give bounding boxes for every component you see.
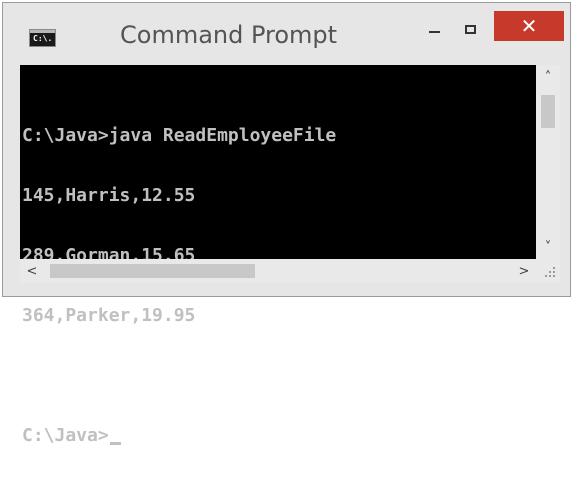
horizontal-scroll-thumb[interactable] — [50, 264, 255, 278]
vertical-scrollbar[interactable]: ˄ ˅ — [536, 65, 560, 259]
cmd-icon[interactable]: C:\. — [29, 29, 56, 47]
text-cursor — [109, 442, 121, 445]
vertical-scroll-thumb[interactable] — [541, 95, 555, 128]
console-line: 364,Parker,19.95 — [22, 305, 196, 326]
scroll-down-arrow-icon[interactable]: ˅ — [536, 235, 560, 259]
minimize-icon — [428, 31, 440, 33]
console-client-area: C:\Java>java ReadEmployeeFile 145,Harris… — [20, 65, 560, 446]
console-output[interactable]: C:\Java>java ReadEmployeeFile 145,Harris… — [20, 65, 536, 446]
scroll-right-arrow-icon[interactable]: > — [512, 259, 536, 283]
scroll-up-arrow-icon[interactable]: ˄ — [536, 65, 560, 89]
close-icon: ✕ — [520, 14, 538, 38]
window-bottom-border — [20, 283, 560, 289]
title-bar[interactable]: C:\. Command Prompt ✕ — [3, 3, 570, 65]
command-prompt-window: C:\. Command Prompt ✕ C:\Java>java ReadE… — [2, 2, 571, 446]
resize-grip-icon[interactable] — [536, 259, 560, 283]
console-prompt: C:\Java> — [22, 425, 109, 446]
console-line: C:\Java>java ReadEmployeeFile — [22, 125, 337, 146]
maximize-button[interactable] — [452, 12, 488, 46]
horizontal-scrollbar[interactable]: < > — [20, 259, 536, 283]
maximize-icon — [464, 24, 476, 34]
window-title: Command Prompt — [120, 21, 338, 49]
console-prompt-line: C:\Java> — [22, 426, 536, 446]
minimize-button[interactable] — [416, 12, 452, 46]
console-line: 145,Harris,12.55 — [22, 185, 196, 206]
scroll-left-arrow-icon[interactable]: < — [20, 259, 44, 283]
close-button[interactable]: ✕ — [494, 11, 564, 41]
